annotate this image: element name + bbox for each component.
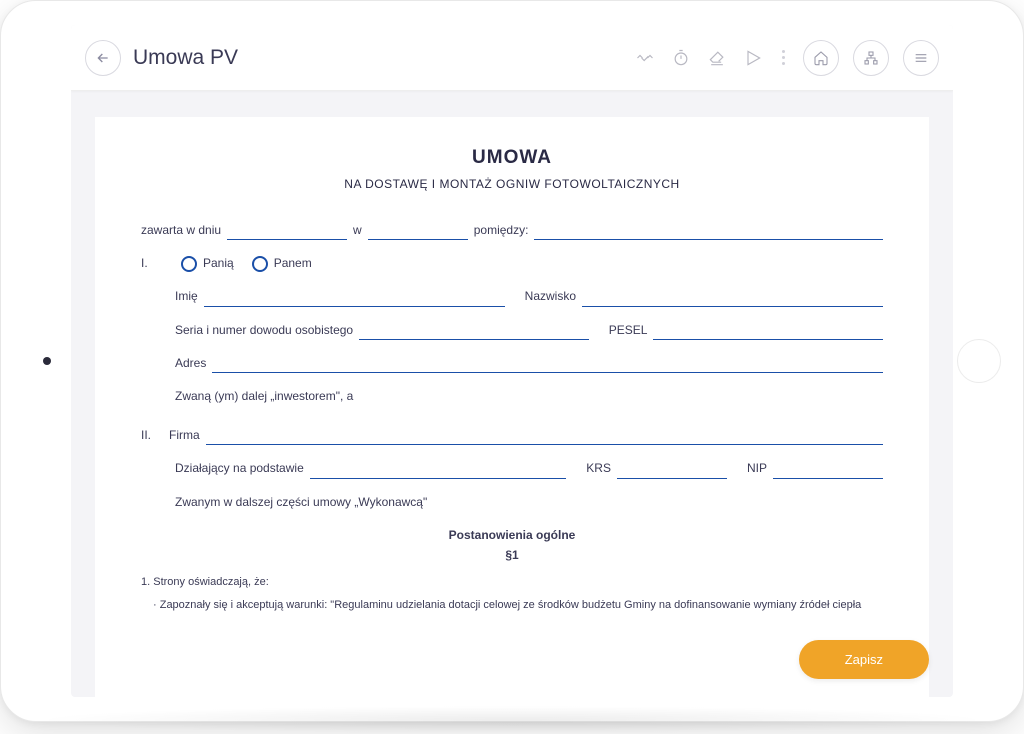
label: pomiędzy: (474, 221, 529, 240)
party1-suffix: Zwaną (ym) dalej „inwestorem", a (175, 387, 353, 406)
body-text-1: 1. Strony oświadczają, że: (141, 574, 883, 592)
surname-field[interactable] (582, 291, 883, 307)
page-title: Umowa PV (133, 46, 238, 70)
id-field[interactable] (359, 324, 589, 340)
company-field[interactable] (206, 429, 883, 445)
section-title: Postanowienia ogólne (141, 528, 883, 542)
nip-field[interactable] (773, 463, 883, 479)
topbar: Umowa PV (71, 25, 953, 91)
doc-title: UMOWA (141, 147, 883, 169)
label: Seria i numer dowodu osobistego (175, 321, 353, 340)
label: Firma (169, 426, 200, 445)
pesel-field[interactable] (653, 324, 883, 340)
divider-dots (778, 50, 789, 65)
radio-male[interactable] (252, 256, 268, 272)
label: PESEL (609, 321, 648, 340)
basis-field[interactable] (310, 463, 567, 479)
play-icon[interactable] (742, 47, 764, 69)
fade-overlay (95, 675, 929, 697)
home-icon[interactable] (803, 40, 839, 76)
body-text-2: · Zapoznały się i akceptują warunki: "Re… (141, 597, 883, 615)
firstname-field[interactable] (204, 291, 505, 307)
sitemap-icon[interactable] (853, 40, 889, 76)
date-field[interactable] (227, 224, 347, 240)
party2-suffix: Zwanym w dalszej części umowy „Wykonawcą… (175, 493, 427, 512)
label: KRS (586, 459, 611, 478)
document-area: UMOWA NA DOSTAWĘ I MONTAŻ OGNIW FOTOWOLT… (95, 117, 929, 697)
stopwatch-icon[interactable] (670, 47, 692, 69)
save-button[interactable]: Zapisz (799, 640, 929, 679)
doc-subtitle: NA DOSTAWĘ I MONTAŻ OGNIW FOTOWOLTAICZNY… (141, 177, 883, 191)
label: Działający na podstawie (175, 459, 304, 478)
krs-field[interactable] (617, 463, 727, 479)
menu-icon[interactable] (903, 40, 939, 76)
handshake-icon[interactable] (634, 47, 656, 69)
tablet-home-button[interactable] (957, 339, 1001, 383)
between-field[interactable] (534, 224, 883, 240)
paragraph-symbol: §1 (141, 548, 883, 562)
label: zawarta w dniu (141, 221, 221, 240)
back-button[interactable] (85, 40, 121, 76)
tablet-camera (43, 357, 51, 365)
address-field[interactable] (212, 357, 883, 373)
place-field[interactable] (368, 224, 468, 240)
party-roman-2: II. (141, 426, 163, 445)
radio-female[interactable] (181, 256, 197, 272)
label: Nazwisko (525, 287, 576, 306)
eraser-icon[interactable] (706, 47, 728, 69)
label: Imię (175, 287, 198, 306)
label: Adres (175, 354, 206, 373)
party-roman-1: I. (141, 254, 163, 273)
label: w (353, 221, 362, 240)
label: NIP (747, 459, 767, 478)
